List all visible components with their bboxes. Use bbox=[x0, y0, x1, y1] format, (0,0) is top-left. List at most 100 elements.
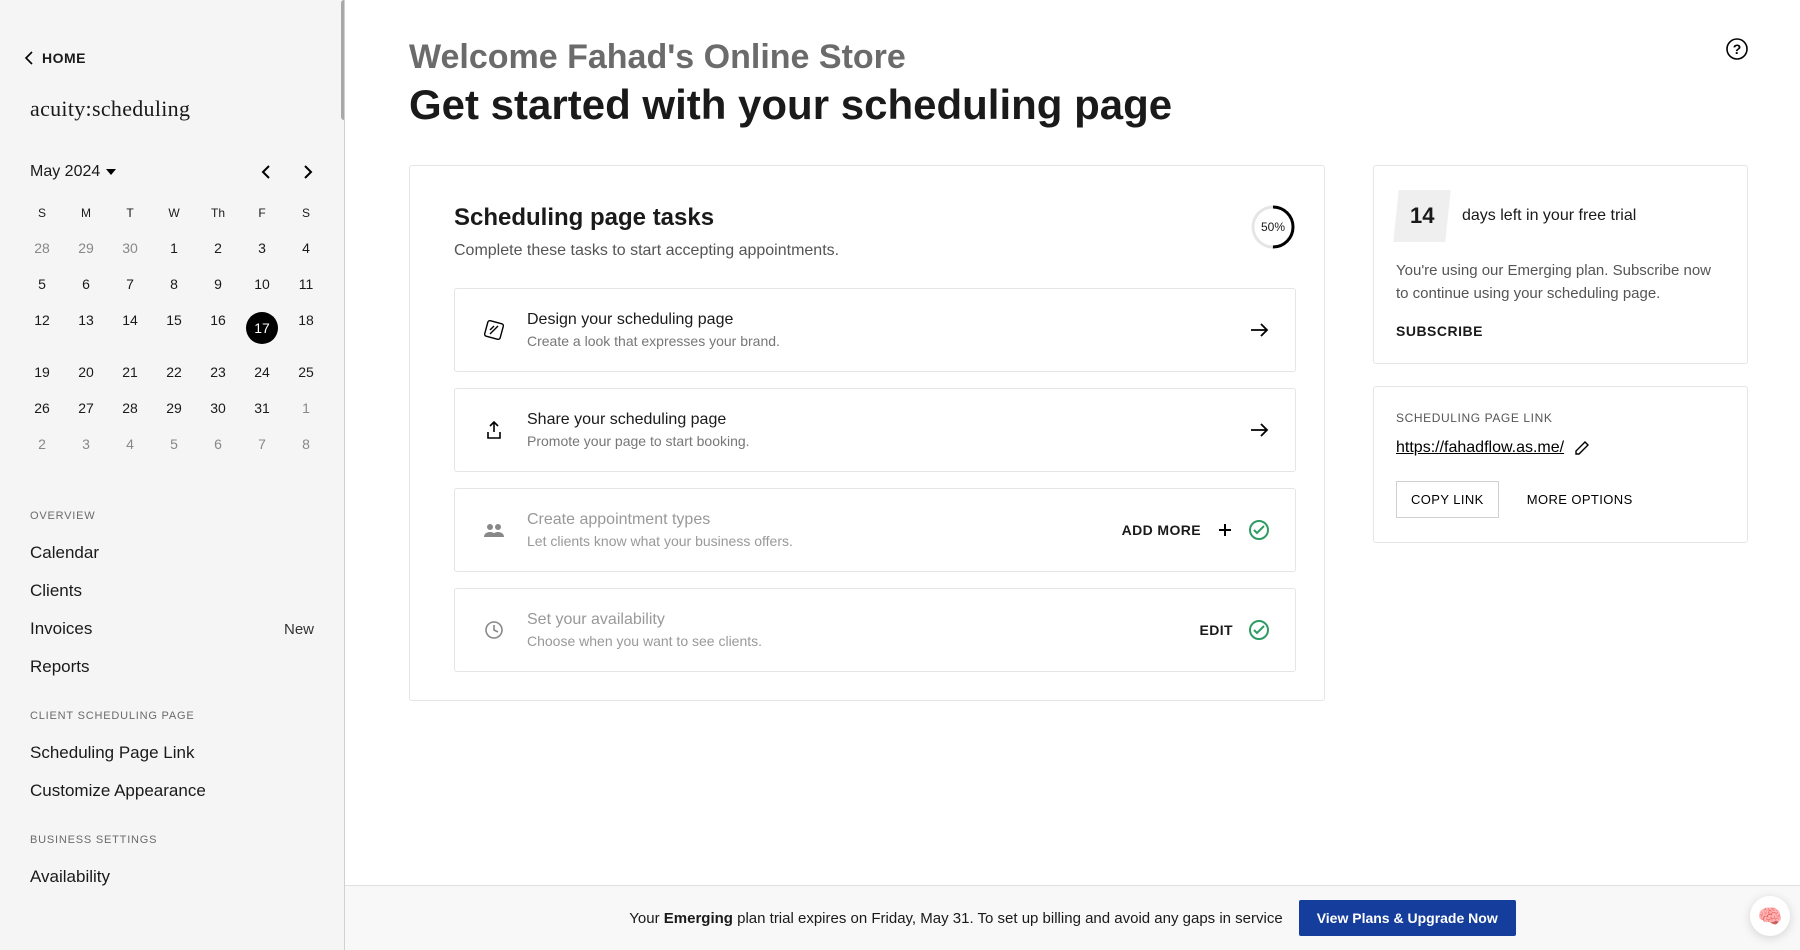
tasks-title: Scheduling page tasks bbox=[454, 204, 839, 232]
calendar-day[interactable]: 19 bbox=[20, 354, 64, 390]
calendar-day[interactable]: 31 bbox=[240, 390, 284, 426]
copy-link-button[interactable]: COPY LINK bbox=[1396, 481, 1499, 518]
nav-item[interactable]: InvoicesNew bbox=[0, 610, 344, 648]
edit-button[interactable]: EDIT bbox=[1200, 622, 1234, 638]
calendar-header: May 2024 bbox=[0, 152, 344, 196]
chevron-left-icon bbox=[24, 51, 34, 65]
section-label-csp: CLIENT SCHEDULING PAGE bbox=[0, 686, 344, 734]
arrow-icon bbox=[1249, 323, 1269, 337]
nav-item[interactable]: Calendar bbox=[0, 534, 344, 572]
calendar-day[interactable]: 7 bbox=[240, 426, 284, 462]
nav-item-badge: New bbox=[284, 621, 314, 638]
calendar-next-button[interactable] bbox=[296, 160, 320, 184]
brand-logo: acuity:scheduling bbox=[0, 86, 344, 152]
tasks-progress-ring: 50% bbox=[1250, 204, 1296, 250]
calendar-day[interactable]: 16 bbox=[196, 302, 240, 354]
task-icon bbox=[481, 319, 507, 341]
task-title: Create appointment types bbox=[527, 511, 1102, 529]
calendar-day[interactable]: 10 bbox=[240, 266, 284, 302]
calendar-month-picker[interactable]: May 2024 bbox=[30, 163, 116, 181]
subscribe-button[interactable]: SUBSCRIBE bbox=[1396, 323, 1725, 339]
calendar-day[interactable]: 17 bbox=[240, 302, 284, 354]
home-link[interactable]: HOME bbox=[0, 0, 344, 86]
scheduling-url-link[interactable]: https://fahadflow.as.me/ bbox=[1396, 439, 1564, 457]
calendar-day[interactable]: 13 bbox=[64, 302, 108, 354]
calendar-day[interactable]: 12 bbox=[20, 302, 64, 354]
task-icon bbox=[481, 620, 507, 640]
calendar-day[interactable]: 5 bbox=[152, 426, 196, 462]
calendar-day[interactable]: 3 bbox=[64, 426, 108, 462]
calendar-day-header: M bbox=[64, 196, 108, 230]
calendar-day[interactable]: 29 bbox=[64, 230, 108, 266]
task-desc: Choose when you want to see clients. bbox=[527, 633, 1180, 649]
nav-item-label: Clients bbox=[30, 581, 82, 601]
tasks-progress-label: 50% bbox=[1250, 204, 1296, 250]
footer-text: Your Emerging plan trial expires on Frid… bbox=[629, 910, 1282, 927]
calendar-day[interactable]: 24 bbox=[240, 354, 284, 390]
nav-item[interactable]: Clients bbox=[0, 572, 344, 610]
tasks-subtitle: Complete these tasks to start accepting … bbox=[454, 242, 839, 260]
calendar-day[interactable]: 8 bbox=[152, 266, 196, 302]
arrow-icon bbox=[1249, 423, 1269, 437]
nav-item[interactable]: Scheduling Page Link bbox=[0, 734, 344, 772]
calendar-day[interactable]: 4 bbox=[284, 230, 328, 266]
calendar-day[interactable]: 6 bbox=[64, 266, 108, 302]
welcome-text: Welcome Fahad's Online Store bbox=[409, 38, 1748, 77]
help-icon[interactable]: ? bbox=[1726, 38, 1748, 60]
calendar-day[interactable]: 7 bbox=[108, 266, 152, 302]
calendar-day[interactable]: 11 bbox=[284, 266, 328, 302]
nav-item[interactable]: Reports bbox=[0, 648, 344, 686]
nav-item-label: Calendar bbox=[30, 543, 99, 563]
trial-card: 14 days left in your free trial You're u… bbox=[1373, 165, 1748, 364]
nav-item[interactable]: Availability bbox=[0, 858, 344, 896]
upgrade-button[interactable]: View Plans & Upgrade Now bbox=[1299, 900, 1516, 936]
plus-icon bbox=[1217, 522, 1233, 538]
calendar-day[interactable]: 2 bbox=[20, 426, 64, 462]
task-title: Set your availability bbox=[527, 611, 1180, 629]
more-options-button[interactable]: MORE OPTIONS bbox=[1513, 481, 1647, 518]
calendar-day[interactable]: 1 bbox=[152, 230, 196, 266]
task-row[interactable]: Set your availability Choose when you wan… bbox=[454, 588, 1296, 672]
calendar-day[interactable]: 1 bbox=[284, 390, 328, 426]
task-row[interactable]: Create appointment typesLet clients know… bbox=[454, 488, 1296, 572]
calendar-day[interactable]: 6 bbox=[196, 426, 240, 462]
calendar-day[interactable]: 21 bbox=[108, 354, 152, 390]
calendar-day[interactable]: 14 bbox=[108, 302, 152, 354]
home-label: HOME bbox=[42, 50, 86, 66]
calendar-day[interactable]: 28 bbox=[108, 390, 152, 426]
scheduling-link-label: SCHEDULING PAGE LINK bbox=[1396, 411, 1725, 425]
calendar-day[interactable]: 4 bbox=[108, 426, 152, 462]
nav-item[interactable]: Customize Appearance bbox=[0, 772, 344, 810]
calendar-day[interactable]: 22 bbox=[152, 354, 196, 390]
calendar-day[interactable]: 2 bbox=[196, 230, 240, 266]
calendar-day[interactable]: 26 bbox=[20, 390, 64, 426]
calendar-day[interactable]: 9 bbox=[196, 266, 240, 302]
calendar-day[interactable]: 30 bbox=[108, 230, 152, 266]
calendar-day[interactable]: 5 bbox=[20, 266, 64, 302]
task-row[interactable]: Design your scheduling pageCreate a look… bbox=[454, 288, 1296, 372]
caret-down-icon bbox=[106, 169, 116, 175]
check-icon bbox=[1249, 520, 1269, 540]
calendar-day[interactable]: 3 bbox=[240, 230, 284, 266]
calendar-day[interactable]: 15 bbox=[152, 302, 196, 354]
check-icon bbox=[1249, 620, 1269, 640]
nav-item-label: Scheduling Page Link bbox=[30, 743, 194, 763]
task-icon bbox=[481, 420, 507, 440]
calendar-day[interactable]: 30 bbox=[196, 390, 240, 426]
scheduling-link-card: SCHEDULING PAGE LINK https://fahadflow.a… bbox=[1373, 386, 1748, 543]
calendar-day[interactable]: 28 bbox=[20, 230, 64, 266]
calendar-day[interactable]: 20 bbox=[64, 354, 108, 390]
calendar-day[interactable]: 23 bbox=[196, 354, 240, 390]
calendar-day[interactable]: 27 bbox=[64, 390, 108, 426]
calendar-prev-button[interactable] bbox=[254, 160, 278, 184]
calendar-day[interactable]: 8 bbox=[284, 426, 328, 462]
task-row[interactable]: Share your scheduling pagePromote your p… bbox=[454, 388, 1296, 472]
page-headline: Get started with your scheduling page bbox=[409, 81, 1748, 129]
calendar-day[interactable]: 18 bbox=[284, 302, 328, 354]
edit-link-icon[interactable] bbox=[1574, 440, 1590, 456]
calendar-day[interactable]: 25 bbox=[284, 354, 328, 390]
calendar-day[interactable]: 29 bbox=[152, 390, 196, 426]
assistant-widget-icon[interactable]: 🧠 bbox=[1750, 896, 1790, 936]
add-more-button[interactable]: ADD MORE bbox=[1122, 522, 1201, 538]
task-title: Design your scheduling page bbox=[527, 311, 1229, 329]
